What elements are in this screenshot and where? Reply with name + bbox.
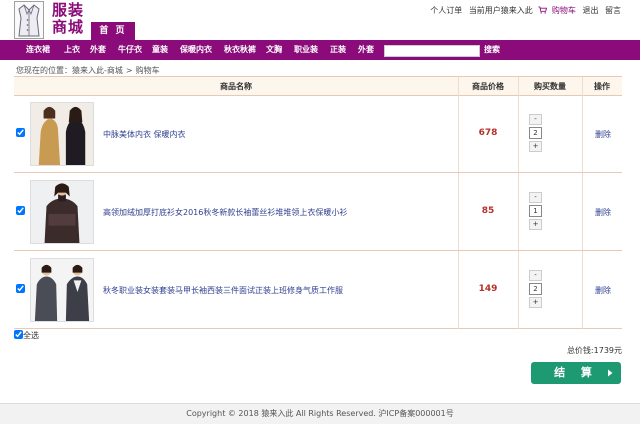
search-button[interactable]: 搜索 xyxy=(484,40,500,60)
header-product-name: 商品名称 xyxy=(220,82,252,91)
checkout-button[interactable]: 结 算 xyxy=(531,362,621,384)
delete-link[interactable]: 删除 xyxy=(595,285,611,296)
row-checkbox[interactable] xyxy=(16,128,25,137)
select-all[interactable]: 全选 xyxy=(14,330,39,341)
site-header: 服装商城 首 页 个人订单 当前用户猿来入此 购物车 退出 留言 xyxy=(0,0,640,40)
quantity-increase-button[interactable]: + xyxy=(529,219,542,230)
quantity-input[interactable]: 1 xyxy=(529,205,542,217)
nav-item-tops[interactable]: 上衣 xyxy=(64,40,80,60)
table-header: 商品名称 商品价格 购买数量 操作 xyxy=(14,77,622,96)
quantity-decrease-button[interactable]: - xyxy=(529,192,542,203)
product-price: 678 xyxy=(478,128,498,138)
nav-item-coats[interactable]: 外套 xyxy=(90,40,106,60)
quantity-decrease-button[interactable]: - xyxy=(529,270,542,281)
quantity-decrease-button[interactable]: - xyxy=(529,114,542,125)
breadcrumb-current: 购物车 xyxy=(135,66,160,75)
nav-item-workwear[interactable]: 职业装 xyxy=(294,40,318,60)
product-name-link[interactable]: 中脉美体内衣 保暖内衣 xyxy=(103,129,463,140)
breadcrumb-prefix: 您现在的位置： xyxy=(16,66,72,75)
checkout-label[interactable]: 结 算 xyxy=(554,366,598,379)
business-suit-product-photo[interactable] xyxy=(30,258,94,322)
select-all-label[interactable]: 全选 xyxy=(23,331,39,340)
logout-link[interactable]: 退出 xyxy=(582,6,598,15)
tab-home[interactable]: 首 页 xyxy=(91,22,135,40)
breadcrumb-separator: > xyxy=(125,66,133,75)
quantity-input[interactable]: 2 xyxy=(529,127,542,139)
copyright-text: Copyright © 2018 猿来入此 All Rights Reserve… xyxy=(186,409,454,418)
nav-item-denim[interactable]: 牛仔衣 xyxy=(118,40,142,60)
coat-logo-icon[interactable] xyxy=(14,1,44,39)
cart-table: 商品名称 商品价格 购买数量 操作 中脉美体内衣 保暖内衣 678 - 2 + … xyxy=(14,76,622,329)
table-row: 中脉美体内衣 保暖内衣 678 - 2 + 删除 xyxy=(14,96,622,173)
total-price: 总价钱:1739元 xyxy=(567,345,622,356)
quantity-input[interactable]: 2 xyxy=(529,283,542,295)
product-price: 85 xyxy=(481,206,495,216)
footer: Copyright © 2018 猿来入此 All Rights Reserve… xyxy=(0,403,640,424)
knit-top-product-photo[interactable] xyxy=(30,180,94,244)
select-all-checkbox[interactable] xyxy=(14,330,23,339)
current-user-label: 当前用户猿来入此 xyxy=(468,6,533,15)
lingerie-product-photo[interactable] xyxy=(30,102,94,166)
delete-link[interactable]: 删除 xyxy=(595,129,611,140)
quantity-increase-button[interactable]: + xyxy=(529,141,542,152)
total-label: 总价钱: xyxy=(566,346,594,355)
product-name-link[interactable]: 秋冬职业装女装套装马甲长袖西装三件面试正装上班修身气质工作服 xyxy=(103,285,463,296)
cart-icon[interactable] xyxy=(538,6,548,14)
quantity-stepper: - 2 + xyxy=(529,114,543,152)
table-row: 秋冬职业装女装套装马甲长袖西装三件面试正装上班修身气质工作服 149 - 2 +… xyxy=(14,252,622,329)
nav-item-formal[interactable]: 正装 xyxy=(330,40,346,60)
row-checkbox[interactable] xyxy=(16,284,25,293)
cart-link[interactable]: 购物车 xyxy=(552,6,576,15)
product-name-link[interactable]: 高领加绒加厚打底衫女2016秋冬新款长袖蕾丝衫堆堆领上衣保暖小衫 xyxy=(103,207,463,218)
logo-text[interactable]: 服装商城 xyxy=(52,2,92,36)
delete-link[interactable]: 删除 xyxy=(595,207,611,218)
header-price: 商品价格 xyxy=(472,82,504,91)
nav-item-bras[interactable]: 文胸 xyxy=(266,40,282,60)
orders-link[interactable]: 个人订单 xyxy=(430,6,462,15)
search-input[interactable] xyxy=(384,45,480,57)
header-quantity: 购买数量 xyxy=(534,82,566,91)
quantity-stepper: - 1 + xyxy=(529,192,543,230)
category-nav: 连衣裙 上衣 外套 牛仔衣 童装 保暖内衣 秋衣秋裤 文胸 职业装 正装 外套 xyxy=(0,40,640,60)
nav-item-kids[interactable]: 童装 xyxy=(152,40,168,60)
breadcrumb: 您现在的位置：猿来入此-商城 > 购物车 xyxy=(16,65,160,76)
table-row: 高领加绒加厚打底衫女2016秋冬新款长袖蕾丝衫堆堆领上衣保暖小衫 85 - 1 … xyxy=(14,174,622,251)
nav-item-thermal[interactable]: 保暖内衣 xyxy=(180,40,212,60)
product-price: 149 xyxy=(478,284,498,294)
nav-item-dresses[interactable]: 连衣裙 xyxy=(26,40,50,60)
header-action: 操作 xyxy=(594,82,610,91)
row-checkbox[interactable] xyxy=(16,206,25,215)
breadcrumb-site-link[interactable]: 猿来入此-商城 xyxy=(72,66,123,75)
nav-item-long-johns[interactable]: 秋衣秋裤 xyxy=(224,40,256,60)
quantity-stepper: - 2 + xyxy=(529,270,543,308)
message-link[interactable]: 留言 xyxy=(605,6,621,15)
nav-item-outerwear[interactable]: 外套 xyxy=(358,40,374,60)
total-value: 1739元 xyxy=(593,346,622,355)
arrow-right-icon xyxy=(608,369,613,377)
quantity-increase-button[interactable]: + xyxy=(529,297,542,308)
top-links: 个人订单 当前用户猿来入此 购物车 退出 留言 xyxy=(426,5,621,16)
